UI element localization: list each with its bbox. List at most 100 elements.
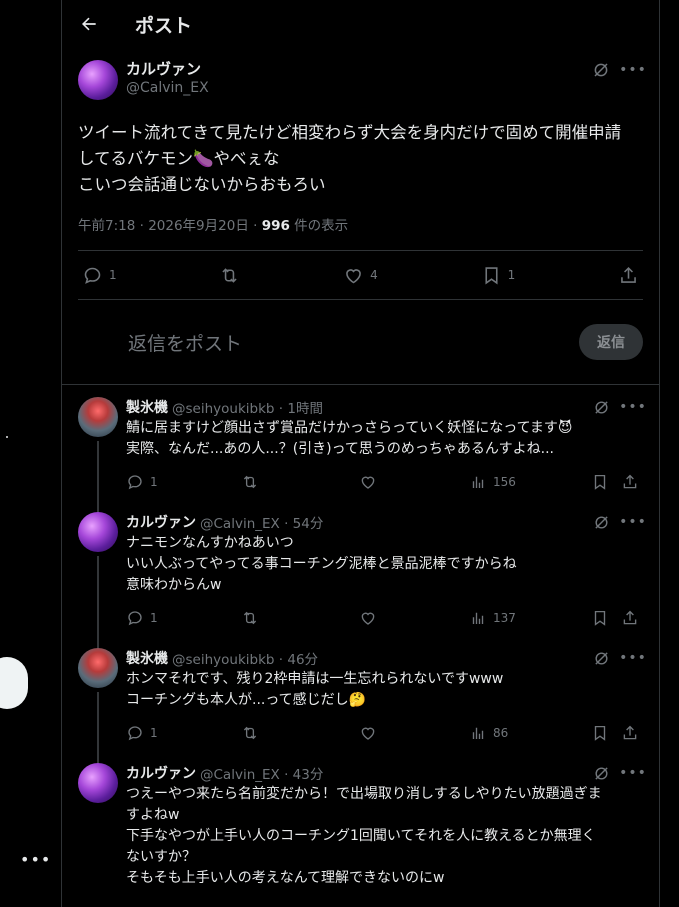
- reply-action-row: 1 137: [126, 600, 643, 636]
- reply-action[interactable]: 1: [126, 724, 241, 742]
- more-icon[interactable]: •••: [619, 397, 646, 417]
- reply-avatar-column: [78, 397, 118, 519]
- more-icon[interactable]: •••: [619, 60, 646, 80]
- views-count: 156: [493, 475, 516, 489]
- post-timestamp[interactable]: 午前7:18 · 2026年9月20日 ·: [78, 218, 262, 234]
- back-arrow-icon[interactable]: [74, 9, 104, 39]
- views-icon: [472, 612, 484, 624]
- reply-post[interactable]: カルヴァン @Calvin_EX · 54分 ••• ナニモンなんすかねあいつ …: [62, 500, 659, 656]
- bookmark-icon: [594, 474, 606, 490]
- reply-display-name[interactable]: カルヴァン: [126, 763, 196, 783]
- like-action[interactable]: 4: [343, 265, 378, 286]
- avatar[interactable]: [78, 397, 118, 437]
- share-action[interactable]: [621, 724, 641, 742]
- repost-action[interactable]: [241, 724, 359, 742]
- rail-more-icon[interactable]: •••: [20, 850, 51, 869]
- reply-input[interactable]: 返信をポスト: [128, 329, 579, 356]
- views-action[interactable]: 137: [469, 609, 591, 627]
- bookmark-icon: [594, 725, 606, 741]
- reply-count: 1: [109, 268, 117, 282]
- share-action[interactable]: [621, 609, 641, 627]
- reply-body: カルヴァン @Calvin_EX · 43分 ••• つえーやつ来たら名前変だか…: [126, 763, 646, 889]
- avatar[interactable]: [78, 512, 118, 552]
- avatar[interactable]: [78, 763, 118, 803]
- reply-header: カルヴァン @Calvin_EX · 54分 •••: [126, 512, 646, 532]
- reply-thread: 製氷機 @seihyoukibkb · 1時間 ••• 鯖に居ますけど顔出さず賞…: [62, 385, 659, 889]
- reply-handle-time[interactable]: @seihyoukibkb · 1時間: [172, 397, 323, 417]
- left-rail: •••: [0, 0, 61, 907]
- reply-icon: [84, 267, 101, 284]
- reply-display-name[interactable]: 製氷機: [126, 648, 168, 668]
- reply-post[interactable]: 製氷機 @seihyoukibkb · 1時間 ••• 鯖に居ますけど顔出さず賞…: [62, 385, 659, 519]
- reply-header: 製氷機 @seihyoukibkb · 1時間 •••: [126, 397, 646, 417]
- reply-post[interactable]: 製氷機 @seihyoukibkb · 46分 ••• ホンマそれです、残り2枠…: [62, 636, 659, 770]
- like-action[interactable]: [359, 724, 469, 742]
- repost-icon: [243, 475, 257, 489]
- reply-handle-time[interactable]: @Calvin_EX · 54分: [200, 512, 323, 532]
- reply-text: ナニモンなんすかねあいつ いい人ぶってやってる事コーチング泥棒と景品泥棒ですから…: [126, 535, 517, 593]
- reply-count: 1: [150, 611, 158, 625]
- views-action[interactable]: 156: [469, 473, 591, 491]
- share-icon: [623, 725, 637, 740]
- bookmark-action[interactable]: [591, 473, 621, 491]
- reply-count: 1: [150, 475, 158, 489]
- reply-header: カルヴァン @Calvin_EX · 43分 •••: [126, 763, 646, 783]
- avatar[interactable]: [78, 648, 118, 688]
- bookmark-icon: [594, 610, 606, 626]
- reply-icon: [128, 475, 142, 490]
- reply-display-name[interactable]: カルヴァン: [126, 512, 196, 532]
- main-post: カルヴァン @Calvin_EX ••• ツイート流れてきて見たけど相変わらず大…: [62, 48, 659, 384]
- post-text: ツイート流れてきて見たけど相変わらず大会を身内だけで固めて開催申請 してるバケモ…: [78, 123, 622, 194]
- views-icon: [472, 727, 484, 739]
- share-action[interactable]: [621, 473, 641, 491]
- bookmark-action[interactable]: [591, 609, 621, 627]
- share-icon: [623, 474, 637, 489]
- reply-icon: [128, 611, 142, 626]
- repost-action[interactable]: [241, 609, 359, 627]
- more-icon[interactable]: •••: [619, 512, 646, 532]
- reply-action[interactable]: 1: [126, 473, 241, 491]
- post-column: ポスト カルヴァン @Calvin_EX ••• ツイート流れてきて見たけど相変…: [61, 0, 660, 907]
- reply-header: 製氷機 @seihyoukibkb · 46分 •••: [126, 648, 646, 668]
- reply-top-actions: •••: [591, 763, 646, 783]
- reply-action[interactable]: 1: [82, 265, 117, 286]
- grok-icon[interactable]: [591, 60, 611, 80]
- heart-icon: [361, 612, 375, 625]
- reply-composer: 返信をポスト 返信: [78, 300, 643, 384]
- reply-action-row: 1 156: [126, 464, 643, 500]
- reply-avatar-column: [78, 512, 118, 656]
- share-action[interactable]: [618, 265, 639, 286]
- bookmark-icon: [485, 266, 498, 284]
- author-display-name[interactable]: カルヴァン: [126, 60, 209, 78]
- grok-icon[interactable]: [591, 397, 611, 417]
- bookmark-action[interactable]: 1: [481, 265, 515, 286]
- page-title: ポスト: [135, 14, 193, 37]
- author-names: カルヴァン @Calvin_EX: [126, 60, 209, 98]
- rail-dot: [6, 436, 8, 438]
- reply-post[interactable]: カルヴァン @Calvin_EX · 43分 ••• つえーやつ来たら名前変だか…: [62, 751, 659, 889]
- views-action[interactable]: 86: [469, 724, 591, 742]
- post-top-actions: •••: [591, 60, 646, 80]
- post-meta: 午前7:18 · 2026年9月20日 · 996 件の表示: [78, 214, 643, 234]
- reply-text: 鯖に居ますけど顔出さず賞品だけかっさらっていく妖怪になってます😈 実際、なんだ.…: [126, 420, 573, 457]
- reply-handle-time[interactable]: @Calvin_EX · 43分: [200, 763, 323, 783]
- avatar[interactable]: [78, 60, 118, 100]
- reply-action[interactable]: 1: [126, 609, 241, 627]
- repost-action[interactable]: [219, 265, 240, 286]
- author-handle[interactable]: @Calvin_EX: [126, 78, 209, 98]
- post-views-count: 996: [261, 218, 290, 234]
- rail-post-button[interactable]: [0, 657, 28, 709]
- grok-icon[interactable]: [591, 512, 611, 532]
- more-icon[interactable]: •••: [619, 763, 646, 783]
- reply-top-actions: •••: [591, 512, 646, 532]
- like-action[interactable]: [359, 473, 469, 491]
- more-icon[interactable]: •••: [619, 648, 646, 668]
- reply-submit-button[interactable]: 返信: [579, 324, 643, 360]
- grok-icon[interactable]: [591, 648, 611, 668]
- repost-action[interactable]: [241, 473, 359, 491]
- like-action[interactable]: [359, 609, 469, 627]
- reply-handle-time[interactable]: @seihyoukibkb · 46分: [172, 648, 318, 668]
- grok-icon[interactable]: [591, 763, 611, 783]
- reply-display-name[interactable]: 製氷機: [126, 397, 168, 417]
- bookmark-action[interactable]: [591, 724, 621, 742]
